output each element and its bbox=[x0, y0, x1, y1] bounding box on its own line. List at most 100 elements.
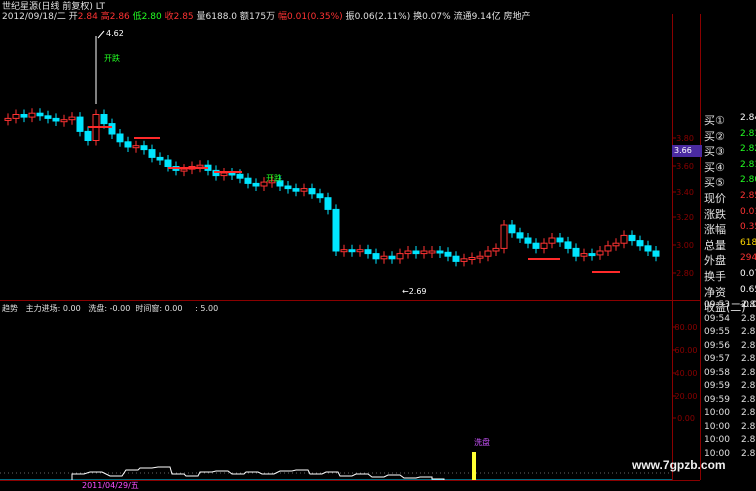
quote-label: 外盘 bbox=[704, 254, 726, 268]
candle-body bbox=[52, 117, 60, 122]
candle-body bbox=[308, 188, 316, 195]
indicator-name: 趋势 bbox=[2, 304, 18, 313]
candle-body bbox=[444, 251, 452, 257]
quote-row: 现价 2.85 bbox=[704, 190, 756, 205]
candle-body bbox=[380, 255, 388, 260]
candle-body bbox=[548, 237, 556, 244]
time-sale-row: 09:56 2.8 bbox=[704, 341, 756, 353]
indicator-chart[interactable] bbox=[0, 314, 672, 480]
main-bottom-border bbox=[0, 300, 700, 301]
candle-body bbox=[252, 182, 260, 187]
candle-body bbox=[612, 242, 620, 247]
time-sale-price: 2.8 bbox=[741, 435, 756, 445]
candle-body bbox=[436, 250, 444, 254]
time-sale-time: 09:56 bbox=[704, 340, 730, 351]
candle-body bbox=[220, 172, 228, 177]
quote-row: 换手 0.07% bbox=[704, 268, 756, 283]
candle-body bbox=[580, 253, 588, 257]
current-price-tag: 3.66 bbox=[672, 145, 702, 157]
quote-row: 外盘 2940 bbox=[704, 252, 756, 268]
time-sale-time: 09:53 bbox=[704, 300, 730, 310]
candle-body bbox=[508, 224, 516, 234]
quote-row: 总量 6188 bbox=[704, 237, 756, 252]
high-arrow bbox=[97, 30, 105, 39]
time-sale-row: 09:57 2.8 bbox=[704, 354, 756, 366]
candle-body bbox=[36, 112, 44, 117]
quote-label: 总量 bbox=[704, 238, 726, 252]
quote-value: 2.84 bbox=[740, 113, 756, 123]
candle-body bbox=[500, 224, 508, 249]
quote-value: 0.35% bbox=[740, 222, 756, 233]
time-sale-row: 09:54 2.8 bbox=[704, 314, 756, 326]
time-sale-price: 2.8 bbox=[741, 448, 756, 459]
candle-body bbox=[4, 117, 12, 121]
indicator-tick-label: 80.00 bbox=[675, 323, 698, 332]
time-sale-price: 2.8 bbox=[741, 381, 756, 391]
candle-body bbox=[404, 250, 412, 255]
time-sale-time: 09:57 bbox=[704, 354, 730, 364]
candle-body bbox=[244, 177, 252, 184]
time-sale-row: 09:55 2.8 bbox=[704, 327, 756, 339]
price-axis: 3.80 3.60 3.40 3.20 3.00 2.80 bbox=[672, 134, 694, 278]
candle-body bbox=[364, 249, 372, 255]
candle-body bbox=[564, 241, 572, 249]
candle-body bbox=[68, 116, 76, 121]
time-sale-row: 09:53 2.8 bbox=[704, 300, 756, 312]
price-tick-label: 3.40 bbox=[676, 188, 694, 197]
candle-body bbox=[524, 237, 532, 244]
candle-body bbox=[28, 112, 36, 118]
candle-body bbox=[284, 185, 292, 190]
quote-row: 涨幅 0.35% bbox=[704, 221, 756, 236]
candle-body bbox=[196, 164, 204, 168]
quote-label: 买⑤ bbox=[704, 176, 725, 190]
candle-body bbox=[84, 130, 92, 142]
candlestick-chart[interactable]: 4.62←2.69开跌开跌 bbox=[0, 14, 672, 300]
quote-value: 2.85 bbox=[740, 191, 756, 201]
candle-body bbox=[76, 116, 84, 132]
signal-label: 洗盘 bbox=[474, 438, 490, 447]
candle-body bbox=[12, 114, 20, 119]
candle-body bbox=[484, 250, 492, 257]
candle-body bbox=[636, 240, 644, 247]
indicator-tick-label: 60.00 bbox=[675, 346, 698, 355]
time-sale-row: 10:00 2.8 bbox=[704, 435, 756, 447]
indicator-axis: 80.00 60.00 40.00 20.00 0.00 bbox=[672, 323, 698, 423]
time-sale-row: 09:59 2.8 bbox=[704, 381, 756, 393]
time-sale-time: 10:00 bbox=[704, 448, 730, 459]
quote-value: 2.81 bbox=[740, 159, 756, 170]
quote-row: 净资 0.65 bbox=[704, 284, 756, 299]
quote-label: 换手 bbox=[704, 270, 726, 283]
time-sale-time: 09:54 bbox=[704, 313, 730, 324]
time-sale-row: 10:00 2.8 bbox=[704, 408, 756, 420]
quote-value: 2.80 bbox=[740, 175, 756, 186]
time-sale-price: 2.8 bbox=[741, 408, 756, 418]
candle-body bbox=[420, 250, 428, 255]
candle-body bbox=[452, 255, 460, 262]
quote-row: 买④ 2.81 bbox=[704, 159, 756, 174]
price-tick-label: 3.80 bbox=[676, 134, 694, 143]
candle-body bbox=[164, 159, 172, 167]
high-mark-label: 4.62 bbox=[106, 29, 124, 38]
quote-label: 现价 bbox=[704, 192, 726, 205]
quote-label: 买④ bbox=[704, 160, 725, 174]
indicator-header: 趋势 主力进场: 0.00 洗盘: -0.00 时间窗: 0.00 : 5.00 bbox=[2, 304, 218, 314]
candle-body bbox=[20, 114, 28, 118]
quote-label: 买③ bbox=[704, 145, 725, 159]
time-sale-price: 2.8 bbox=[741, 354, 756, 364]
time-sale-price: 2.8 bbox=[741, 367, 756, 378]
time-sale-row: 10:00 2.8 bbox=[704, 422, 756, 434]
time-sale-time: 10:00 bbox=[704, 421, 730, 432]
candle-body bbox=[332, 208, 340, 252]
candle-body bbox=[44, 115, 52, 119]
candle-body bbox=[180, 168, 188, 172]
indicator-tick-label: 0.00 bbox=[677, 414, 695, 423]
candle-body bbox=[428, 250, 436, 254]
candle-body bbox=[604, 245, 612, 252]
candle-body bbox=[588, 253, 596, 257]
quote-label: 买② bbox=[704, 129, 725, 143]
date-marker: 2011/04/29/五 bbox=[82, 481, 139, 490]
candle-body bbox=[652, 250, 660, 257]
quote-row: 买① 2.84 bbox=[704, 112, 756, 127]
low-mark-label: ←2.69 bbox=[402, 287, 427, 296]
candle-body bbox=[460, 258, 468, 262]
